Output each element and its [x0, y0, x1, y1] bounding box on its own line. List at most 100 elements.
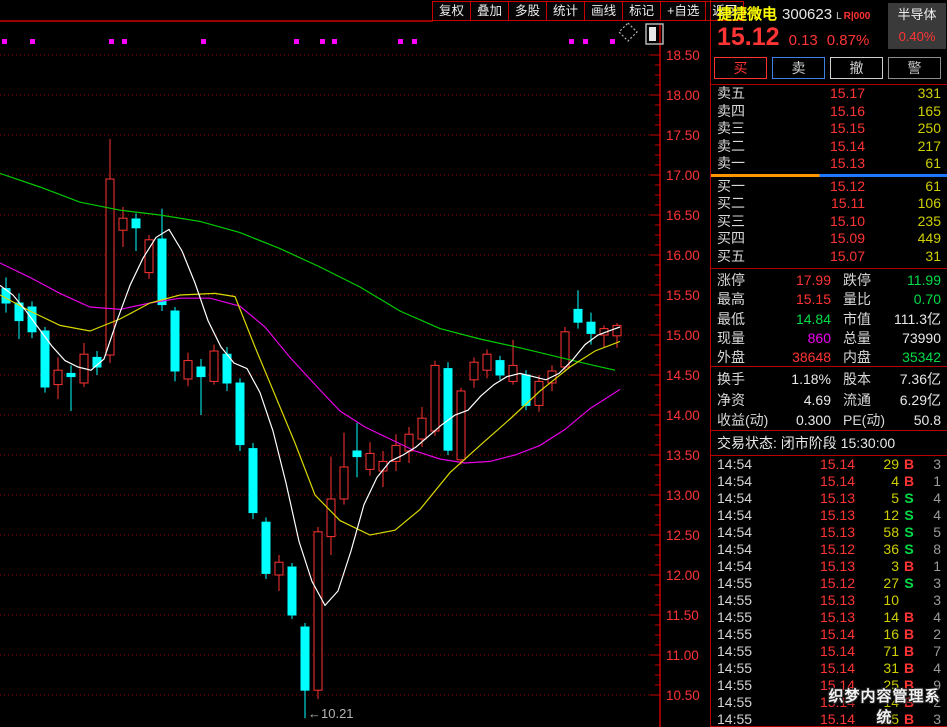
tick-count: 4 — [919, 609, 941, 626]
tick-side: B — [899, 473, 919, 490]
tick-count: 1 — [919, 473, 941, 490]
stats-row: 现量860总量73990 — [711, 329, 947, 348]
order-book-row-bid[interactable]: 买一15.1261 — [711, 178, 947, 196]
tick-volume: 3 — [855, 558, 899, 575]
level-price: 15.16 — [763, 103, 865, 121]
price-change: 0.13 — [789, 32, 818, 49]
level-volume: 106 — [865, 195, 941, 213]
event-marker — [332, 39, 337, 44]
candle-down — [132, 219, 140, 228]
trade-buttons: 买卖撤警 — [714, 57, 946, 79]
event-marker — [398, 39, 403, 44]
tick-volume: 71 — [855, 643, 899, 660]
toolbar-button-0[interactable]: 复权 — [432, 1, 471, 21]
tick-side: B — [899, 456, 919, 473]
level-volume: 331 — [865, 85, 941, 103]
stats-row: 换手1.18%股本7.36亿 — [711, 369, 947, 390]
tick-price: 15.12 — [759, 575, 855, 592]
candlestick-chart[interactable]: 18.5018.0017.5017.0016.5016.0015.5015.00… — [0, 0, 710, 727]
candle-down — [574, 309, 582, 322]
level-label: 卖一 — [717, 155, 763, 173]
sector-badge[interactable]: 半导体 0.40% — [888, 3, 946, 49]
order-book-row-ask[interactable]: 卖四15.16165 — [711, 103, 947, 121]
level-volume: 250 — [865, 120, 941, 138]
stat-label: 最低 — [717, 310, 779, 329]
tick-side: B — [899, 609, 919, 626]
tick-row: 14:5415.133B1 — [711, 558, 947, 575]
sell-button[interactable]: 卖 — [772, 57, 825, 79]
watermark-line1: 织梦内容管理系统 — [822, 685, 947, 727]
order-book-row-ask[interactable]: 卖三15.15250 — [711, 120, 947, 138]
candle-up — [54, 370, 62, 384]
event-marker — [610, 39, 615, 44]
toolbar-button-2[interactable]: 多股 — [508, 1, 547, 21]
y-axis-label: 15.00 — [666, 328, 700, 343]
tick-count: 3 — [919, 575, 941, 592]
quote-panel: 捷捷微电300623LR|000 半导体 0.40% 15.120.130.87… — [710, 0, 947, 727]
level-label: 卖二 — [717, 138, 763, 156]
tick-time: 14:55 — [717, 626, 759, 643]
y-axis-label: 12.00 — [666, 568, 700, 583]
level-volume: 61 — [865, 155, 941, 173]
bid-ask-ratio-bar — [711, 174, 947, 177]
candle-up — [366, 453, 374, 469]
tick-price: 15.13 — [759, 507, 855, 524]
candle-up — [210, 351, 218, 381]
event-marker — [320, 39, 325, 44]
event-marker — [122, 39, 127, 44]
toolbar-button-6[interactable]: +自选 — [660, 1, 706, 21]
ma-mid-yellow — [0, 293, 620, 535]
order-book-row-bid[interactable]: 买二15.11106 — [711, 195, 947, 213]
order-book-row-bid[interactable]: 买五15.0731 — [711, 248, 947, 266]
tick-time: 14:54 — [717, 507, 759, 524]
tick-side: B — [899, 626, 919, 643]
tick-row: 14:5415.1429B3 — [711, 456, 947, 473]
tick-count: 3 — [919, 592, 941, 609]
level-volume: 449 — [865, 230, 941, 248]
stat-label: 量比 — [843, 290, 889, 309]
chart-toolbar: 复权叠加多股统计画线标记+自选返回 — [433, 1, 744, 21]
order-book-row-bid[interactable]: 买四15.09449 — [711, 230, 947, 248]
stat-value: 38648 — [779, 348, 831, 367]
tick-price: 15.14 — [759, 456, 855, 473]
candle-up — [119, 218, 127, 230]
level-label: 买五 — [717, 248, 763, 266]
y-axis-label: 14.00 — [666, 408, 700, 423]
level-volume: 217 — [865, 138, 941, 156]
tick-volume: 5 — [855, 490, 899, 507]
order-book-row-ask[interactable]: 卖五15.17331 — [711, 85, 947, 103]
order-book-row-bid[interactable]: 买三15.10235 — [711, 213, 947, 231]
tick-count: 3 — [919, 456, 941, 473]
stat-label: 市值 — [843, 310, 889, 329]
cancel-order-button[interactable]: 撤 — [830, 57, 883, 79]
candle-down — [249, 449, 257, 513]
toolbar-button-4[interactable]: 画线 — [584, 1, 623, 21]
level-price: 15.07 — [763, 248, 865, 266]
stats-row: 外盘38648内盘35342 — [711, 348, 947, 367]
sector-change: 0.40% — [888, 26, 946, 47]
candle-down — [353, 451, 361, 457]
alert-button[interactable]: 警 — [888, 57, 941, 79]
y-axis-label: 12.50 — [666, 528, 700, 543]
toolbar-button-5[interactable]: 标记 — [622, 1, 661, 21]
stat-label: 内盘 — [843, 348, 889, 367]
stat-value: 35342 — [889, 348, 941, 367]
tick-price: 15.13 — [759, 558, 855, 575]
y-axis-label: 16.00 — [666, 248, 700, 263]
tick-row: 14:5515.1227S3 — [711, 575, 947, 592]
order-book-row-ask[interactable]: 卖一15.1361 — [711, 155, 947, 173]
candle-down — [587, 322, 595, 333]
order-book-row-ask[interactable]: 卖二15.14217 — [711, 138, 947, 156]
stat-value: 6.29亿 — [889, 390, 941, 411]
buy-button[interactable]: 买 — [714, 57, 767, 79]
stock-flags: R|000 — [844, 11, 871, 22]
order-book: 卖五15.17331卖四15.16165卖三15.15250卖二15.14217… — [711, 84, 947, 265]
tick-count: 2 — [919, 626, 941, 643]
level-price: 15.13 — [763, 155, 865, 173]
last-price: 15.12 — [717, 23, 780, 51]
toolbar-button-3[interactable]: 统计 — [546, 1, 585, 21]
tick-side: B — [899, 558, 919, 575]
tick-count: 4 — [919, 660, 941, 677]
event-marker — [294, 39, 299, 44]
toolbar-button-1[interactable]: 叠加 — [470, 1, 509, 21]
